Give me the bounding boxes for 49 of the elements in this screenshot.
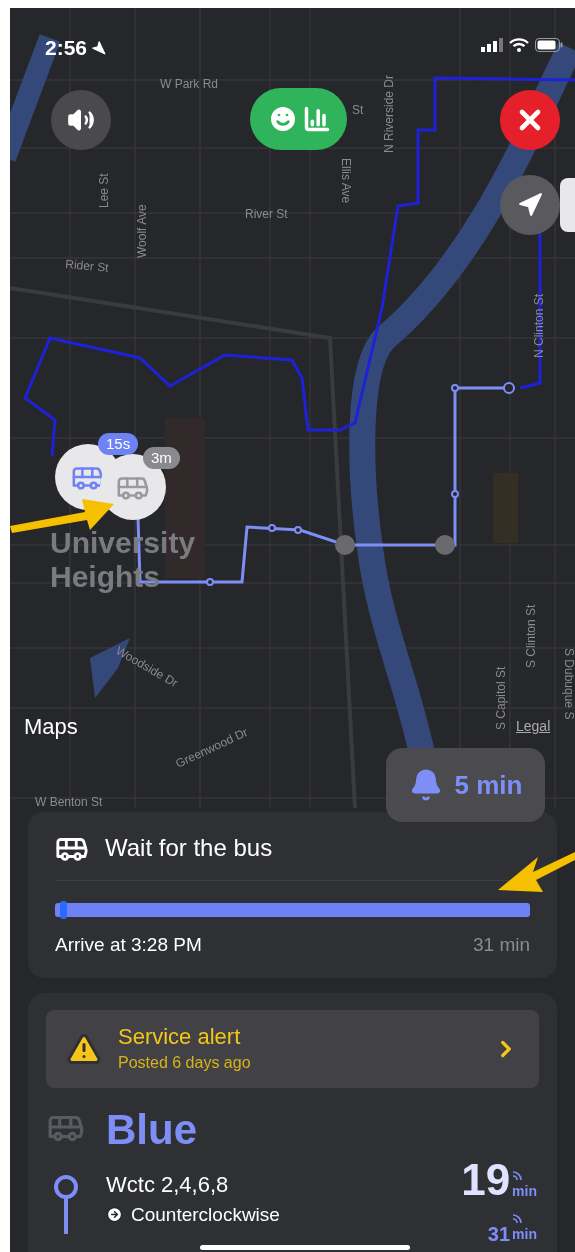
wifi-icon — [509, 38, 529, 52]
street-label: Lee St — [97, 173, 111, 208]
legal-link[interactable]: Legal — [516, 716, 551, 737]
service-alert[interactable]: Service alert Posted 6 days ago — [46, 1009, 539, 1088]
departure-unit: min — [512, 1181, 537, 1201]
vehicle-age-badge: 15s — [98, 433, 139, 455]
street-label: W Park Rd — [160, 77, 218, 91]
card-title: Wait for the bus — [105, 833, 273, 863]
battery-icon — [535, 38, 563, 52]
stop-marker[interactable] — [435, 535, 455, 555]
route-name: Blue — [106, 1104, 198, 1155]
street-label: St — [352, 103, 364, 117]
departure-unit: min — [512, 1224, 537, 1244]
stop-marker[interactable] — [294, 526, 302, 534]
street-label: Woolf Ave — [135, 204, 149, 258]
arrival-time: Arrive at 3:28 PM — [55, 933, 202, 957]
cell-signal-icon — [481, 38, 503, 52]
alert-subtitle: Posted 6 days ago — [118, 1052, 251, 1073]
clock-time: 2:56 — [45, 35, 88, 61]
bar-chart-icon — [302, 105, 331, 133]
wait-duration: 31 min — [472, 933, 530, 957]
street-label: N Clinton St — [532, 293, 546, 358]
street-label: Rider St — [64, 257, 110, 275]
direction-icon — [106, 1206, 123, 1224]
departure-minutes: 31 — [487, 1222, 511, 1245]
maps-attribution: Maps — [24, 713, 78, 741]
stop-name: Wctc 2,4,6,8 — [106, 1170, 230, 1199]
realtime-signal-icon — [512, 1211, 525, 1224]
realtime-signal-icon — [512, 1168, 525, 1181]
street-label: S Capitol St — [494, 666, 508, 730]
street-label: N Riverside Dr — [382, 75, 396, 153]
stop-marker[interactable] — [451, 384, 459, 392]
location-arrow-icon — [91, 40, 107, 56]
street-label: S Dubuque S — [562, 648, 575, 720]
street-label: S Clinton St — [524, 604, 538, 668]
route-direction: Counterclockwise — [131, 1202, 280, 1227]
street-label: Ellis Ave — [339, 158, 353, 204]
street-label: River St — [245, 207, 288, 221]
alert-title: Service alert — [118, 1022, 241, 1051]
navigation-arrow-icon — [517, 192, 543, 218]
stop-marker[interactable] — [268, 524, 276, 532]
departure-minutes: 19 — [461, 1157, 511, 1202]
stop-marker[interactable] — [503, 382, 515, 394]
vehicle-age-badge: 3m — [143, 447, 180, 469]
stop-marker[interactable] — [206, 578, 214, 586]
route-line-icon — [53, 1173, 79, 1234]
highway-shield — [335, 535, 355, 555]
stop-marker[interactable] — [451, 490, 459, 498]
street-label: W Benton St — [35, 795, 103, 808]
